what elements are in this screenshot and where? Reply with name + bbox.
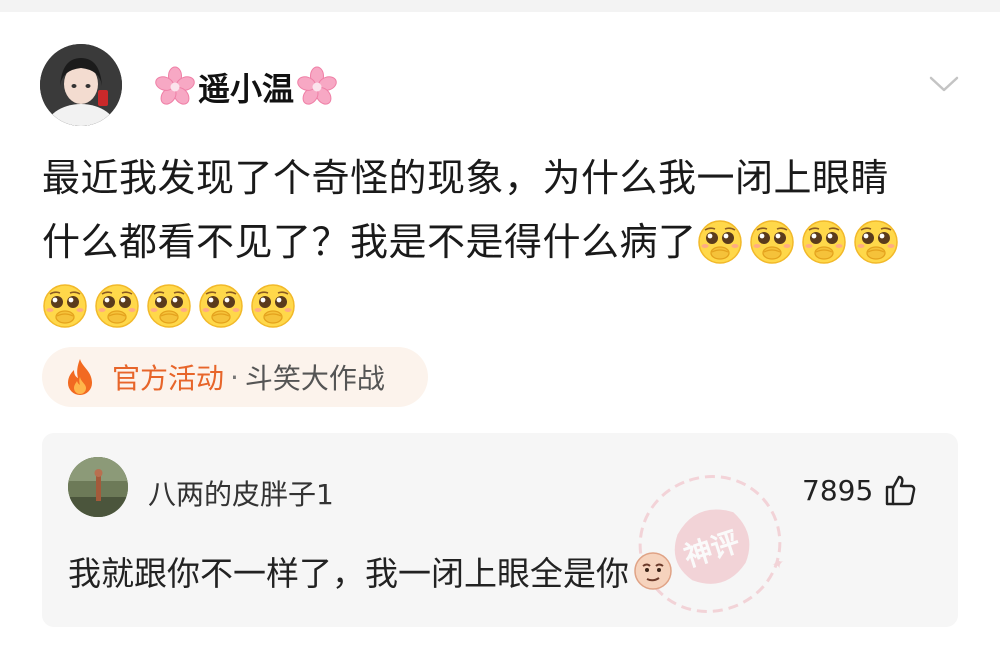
- pleading-face-emoji: [749, 220, 794, 264]
- comment-like-button[interactable]: 7895: [802, 473, 917, 507]
- pleading-face-emoji: [95, 284, 139, 328]
- activity-official-label: 官方活动: [112, 362, 225, 395]
- pleading-face-emoji: [147, 284, 191, 328]
- pleading-face-emoji: [801, 220, 846, 264]
- poster-username-text: 遥小温: [198, 70, 295, 108]
- comment-text-line: 我就跟你不一样了，我一闭上眼全是你: [68, 547, 673, 595]
- commenter-username[interactable]: 八两的皮胖子1: [148, 473, 334, 513]
- pleading-face-emoji: [853, 220, 898, 264]
- chevron-down-icon[interactable]: [928, 72, 960, 96]
- featured-comment[interactable]: 神评 ✦ 八两的皮胖子1 7895 我就跟你不一样了，我一闭上眼全是你: [42, 433, 958, 627]
- activity-separator: ·: [230, 360, 239, 394]
- commenter-avatar[interactable]: [68, 457, 128, 517]
- post-text-line-1: 最近我发现了个奇怪的现象，为什么我一闭上眼睛: [42, 156, 890, 200]
- svg-text:✦: ✦: [769, 552, 788, 574]
- activity-name: 斗笑大作战: [244, 362, 385, 395]
- official-activity-chip[interactable]: 官方活动 · 斗笑大作战: [42, 347, 428, 407]
- emoji-row: [697, 219, 899, 265]
- poster-avatar[interactable]: [40, 44, 122, 126]
- flame-icon: [68, 359, 92, 395]
- pleading-face-emoji: [697, 220, 742, 264]
- sakura-icon: [155, 66, 195, 105]
- pleading-face-emoji: [199, 284, 243, 328]
- emoji-row: [42, 283, 296, 329]
- top-divider: [0, 0, 1000, 12]
- post-text-line-3: [42, 274, 962, 338]
- post-body: 最近我发现了个奇怪的现象，为什么我一闭上眼睛 什么都看不见了？我是不是得什么病了: [42, 146, 962, 338]
- pleading-face-emoji: [251, 284, 295, 328]
- god-comment-stamp: 神评 ✦: [638, 475, 788, 613]
- smug-face-emoji: [634, 552, 672, 590]
- thumbs-up-icon: [886, 475, 916, 506]
- post-text-line-2: 什么都看不见了？我是不是得什么病了: [42, 210, 962, 274]
- comment-like-count: 7895: [802, 473, 874, 507]
- post-text-line-2-text: 什么都看不见了？我是不是得什么病了: [42, 220, 697, 264]
- pleading-face-emoji: [43, 284, 87, 328]
- poster-username[interactable]: 遥小温: [154, 64, 338, 110]
- comment-text: 我就跟你不一样了，我一闭上眼全是你: [68, 554, 629, 593]
- sakura-icon: [297, 66, 337, 105]
